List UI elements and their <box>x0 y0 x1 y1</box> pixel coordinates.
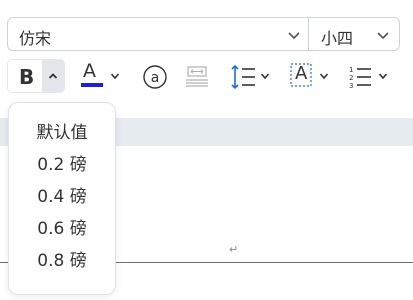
font-family-value[interactable]: 仿宋 <box>19 25 51 49</box>
font-color-letter: A <box>83 60 96 82</box>
character-border-letter: A <box>295 63 308 84</box>
chevron-down-icon[interactable] <box>375 27 391 43</box>
bold-button[interactable]: B <box>19 65 34 89</box>
numbered-list-icon[interactable]: 1 2 3 <box>347 63 391 91</box>
character-border-button[interactable]: A <box>289 60 333 92</box>
menu-item-0-6[interactable]: 0.6 磅 <box>9 213 115 245</box>
bold-dropdown-button[interactable] <box>42 60 64 92</box>
svg-text:a: a <box>151 70 160 86</box>
toolbar: 仿宋 小四 B A a A 1 2 3 <box>0 0 413 118</box>
chevron-down-icon[interactable] <box>286 27 302 43</box>
border-width-menu: 默认值 0.2 磅 0.4 磅 0.6 磅 0.8 磅 <box>8 102 116 295</box>
svg-text:2: 2 <box>349 74 353 82</box>
font-size-value[interactable]: 小四 <box>321 25 353 49</box>
font-color-button[interactable]: A <box>79 60 123 92</box>
menu-item-0-4[interactable]: 0.4 磅 <box>9 181 115 213</box>
chevron-down-icon <box>110 73 120 80</box>
menu-item-0-2[interactable]: 0.2 磅 <box>9 149 115 181</box>
chevron-up-icon <box>48 73 58 79</box>
font-selector: 仿宋 小四 <box>7 17 400 51</box>
enclosed-character-icon[interactable]: a <box>142 64 168 90</box>
menu-item-0-8[interactable]: 0.8 磅 <box>9 245 115 277</box>
svg-text:1: 1 <box>349 66 353 74</box>
font-color-swatch <box>81 83 103 87</box>
paragraph-mark: ↵ <box>229 243 239 256</box>
bold-button-group: B <box>7 59 65 93</box>
divider <box>308 17 309 51</box>
svg-text:3: 3 <box>349 82 353 90</box>
line-spacing-icon[interactable] <box>229 63 273 91</box>
character-spacing-icon[interactable] <box>184 64 210 90</box>
chevron-down-icon <box>319 73 329 80</box>
menu-item-default[interactable]: 默认值 <box>9 117 115 149</box>
